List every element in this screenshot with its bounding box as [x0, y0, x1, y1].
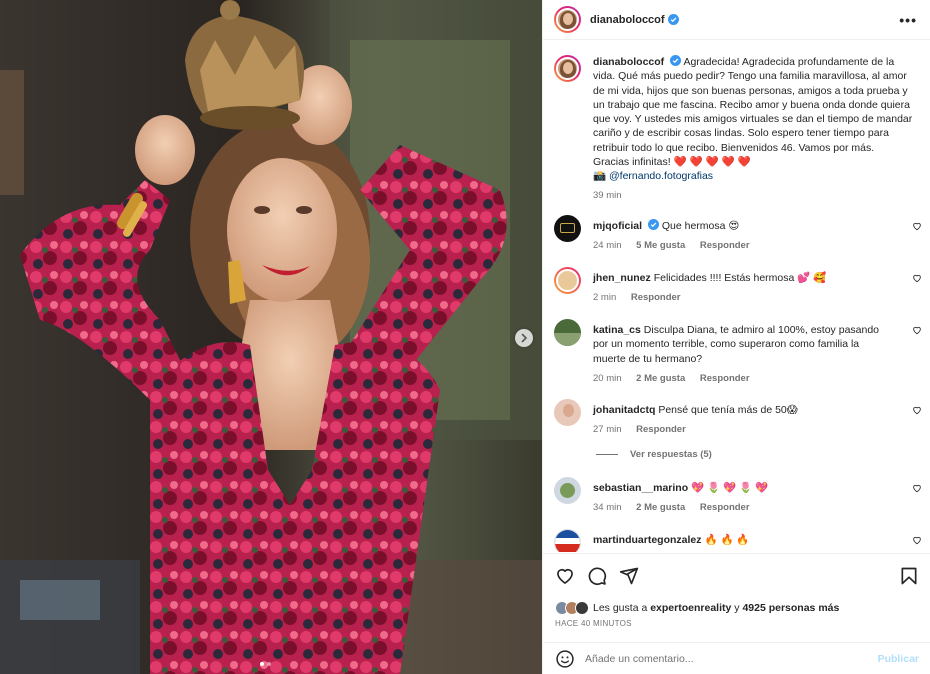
photographer-mention[interactable]: @fernando.fotografias — [609, 170, 713, 182]
caption-emojis: ❤️ ❤️ ❤️ ❤️ ❤️ — [673, 156, 751, 169]
commenter-avatar[interactable] — [554, 267, 581, 294]
commenter-username[interactable]: sebastian__marino — [593, 482, 688, 494]
reply-button[interactable]: Responder — [700, 373, 750, 384]
comment-text: Felicidades !!!! Estás hermosa 💕 🥰 — [653, 272, 827, 284]
likes-user[interactable]: expertoenreality — [650, 602, 731, 614]
like-comment-heart-icon[interactable] — [912, 535, 922, 545]
post-media[interactable] — [0, 0, 542, 674]
commenter-username[interactable]: jhen_nunez — [593, 272, 651, 284]
verified-icon — [647, 219, 659, 230]
next-arrow-icon — [521, 333, 528, 343]
commenter-avatar[interactable] — [554, 215, 581, 242]
commenter-avatar[interactable] — [554, 399, 581, 426]
like-comment-heart-icon[interactable] — [912, 405, 922, 415]
comment-time: 2 min — [593, 292, 617, 304]
reply-button[interactable]: Responder — [700, 240, 750, 251]
comment-text: 💖 🌷 💖 🌷 💖 — [691, 482, 769, 494]
more-options-icon[interactable]: ••• — [899, 12, 917, 28]
post-header: dianaboloccof ••• — [543, 0, 930, 40]
post-photo — [0, 0, 542, 674]
share-icon[interactable] — [619, 566, 639, 586]
reply-button[interactable]: Responder — [636, 424, 686, 435]
comment-text: 🔥 🔥 🔥 — [704, 534, 750, 546]
comment-likes[interactable]: 2 Me gusta — [636, 502, 685, 513]
next-image-button[interactable] — [515, 329, 533, 347]
caption-text: Agradecida! Agradecida profundamente de … — [593, 56, 913, 169]
heart-icon[interactable] — [555, 566, 575, 586]
comment-time: 34 min — [593, 502, 622, 514]
save-icon[interactable] — [899, 566, 919, 586]
verified-icon — [667, 14, 679, 25]
commenter-avatar[interactable] — [554, 319, 581, 346]
comment-likes[interactable]: 2 Me gusta — [636, 373, 685, 384]
reply-button[interactable]: Responder — [631, 292, 681, 303]
view-replies-button[interactable]: Ver respuestas (5) — [596, 449, 712, 460]
emoji-icon[interactable] — [555, 649, 575, 669]
comments-scroll-area[interactable]: dianaboloccof Agradecida! Agradecida pro… — [543, 41, 930, 552]
caption-time: 39 min — [593, 190, 622, 201]
commenter-username[interactable]: martinduartegonzalez — [593, 534, 702, 546]
comment-time: 24 min — [593, 240, 622, 252]
comment-icon[interactable] — [587, 566, 607, 586]
author-username[interactable]: dianaboloccof — [590, 14, 665, 26]
author-avatar[interactable] — [554, 6, 581, 33]
likes-conj: y — [734, 602, 740, 614]
publish-button[interactable]: Publicar — [878, 653, 919, 665]
carousel-dot — [260, 662, 264, 666]
post-side-panel: dianaboloccof ••• dianaboloccof Agradeci… — [542, 0, 930, 674]
like-comment-heart-icon[interactable] — [912, 221, 922, 231]
comment-time: 27 min — [593, 424, 622, 436]
likes-count[interactable]: 4925 personas más — [742, 602, 839, 614]
like-comment-heart-icon[interactable] — [912, 325, 922, 335]
view-replies-label: Ver respuestas (5) — [630, 449, 712, 460]
commenter-avatar[interactable] — [554, 477, 581, 504]
carousel-dot — [267, 662, 271, 666]
reply-button[interactable]: Responder — [700, 502, 750, 513]
like-comment-heart-icon[interactable] — [912, 273, 922, 283]
commenter-username[interactable]: katina_cs — [593, 324, 641, 336]
verified-icon — [670, 55, 682, 66]
comment-text: Pensé que tenía más de 50😱 — [658, 404, 798, 416]
commenter-avatar[interactable] — [554, 529, 581, 552]
camera-emoji: 📸 — [593, 170, 607, 183]
caption-avatar[interactable] — [554, 55, 581, 82]
likes-prefix: Les gusta a — [593, 602, 648, 614]
add-comment-bar: Publicar — [543, 642, 930, 674]
commenter-username[interactable]: johanitadctq — [593, 404, 655, 416]
comment-text: Que hermosa 😍 — [661, 220, 740, 232]
commenter-username[interactable]: mjqoficial — [593, 220, 642, 232]
post-actions: Les gusta a expertoenreality y 4925 pers… — [543, 553, 930, 673]
like-comment-heart-icon[interactable] — [912, 483, 922, 493]
posted-time: HACE 40 MINUTOS — [555, 619, 632, 628]
comment-time: 20 min — [593, 372, 622, 384]
carousel-dots — [260, 662, 271, 666]
liker-avatar — [575, 601, 589, 615]
likes-summary[interactable]: Les gusta a expertoenreality y 4925 pers… — [555, 601, 839, 615]
caption-username[interactable]: dianaboloccof — [593, 56, 664, 68]
comment-likes[interactable]: 5 Me gusta — [636, 240, 685, 251]
comment-input[interactable] — [585, 652, 865, 665]
